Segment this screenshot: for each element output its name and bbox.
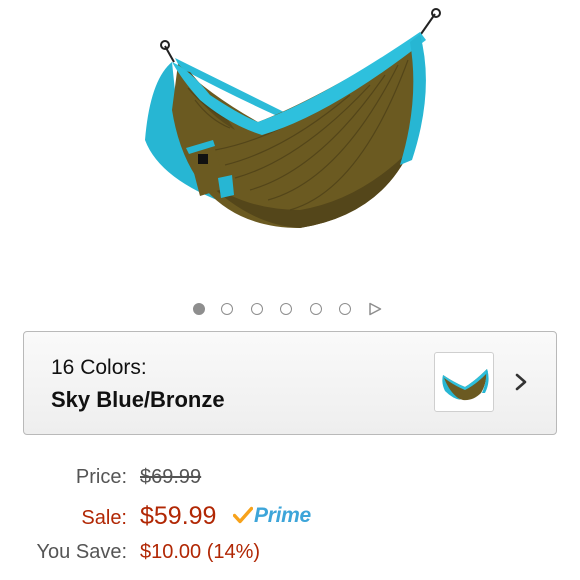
carousel-dot-6[interactable]: [339, 303, 351, 315]
list-price-value: $69.99: [140, 466, 202, 488]
prime-label: Prime: [254, 504, 311, 527]
selected-color-name: Sky Blue/Bronze: [51, 387, 225, 412]
carousel-indicator: [0, 301, 580, 319]
carousel-dot-5[interactable]: [310, 303, 322, 315]
prime-badge[interactable]: Prime: [233, 502, 311, 530]
chevron-right-icon[interactable]: [511, 372, 531, 392]
savings-label: You Save:: [36, 541, 127, 563]
savings-row: You Save: $10.00 (14%): [0, 541, 580, 571]
sale-price-label: Sale:: [81, 507, 127, 529]
hammock-illustration: [145, 8, 441, 228]
sale-price-value: $59.99: [140, 502, 217, 530]
list-price-row: Price: $69.99: [0, 466, 580, 496]
product-image[interactable]: [0, 0, 580, 290]
carousel-dot-1[interactable]: [193, 303, 205, 315]
sale-price-row: Sale: $59.99 Prime: [0, 502, 580, 533]
color-count-label: 16 Colors:: [51, 356, 147, 379]
carousel-dot-4[interactable]: [280, 303, 292, 315]
list-price-label: Price:: [75, 466, 127, 488]
video-play-icon[interactable]: [368, 302, 382, 316]
color-selector[interactable]: 16 Colors: Sky Blue/Bronze: [23, 331, 557, 435]
carousel-dot-2[interactable]: [221, 303, 233, 315]
savings-value: $10.00 (14%): [140, 541, 261, 563]
product-page: 16 Colors: Sky Blue/Bronze Price: $69.99…: [0, 0, 580, 580]
prime-check-icon: [233, 506, 253, 524]
color-swatch-thumbnail[interactable]: [434, 352, 494, 412]
carousel-dot-3[interactable]: [251, 303, 263, 315]
